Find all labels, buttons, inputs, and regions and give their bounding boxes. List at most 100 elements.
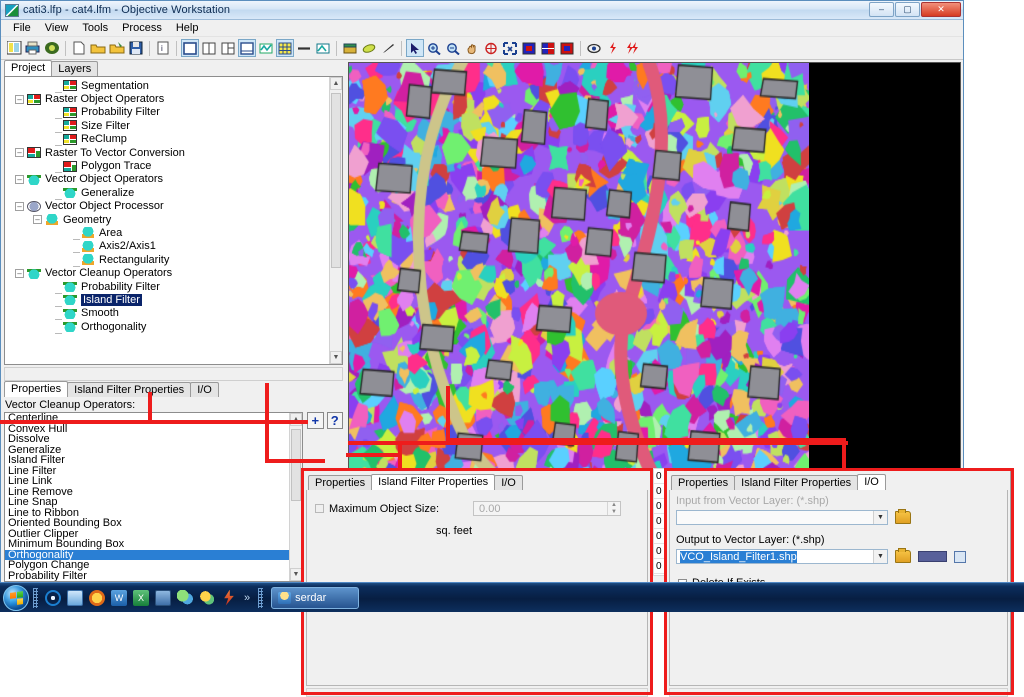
media-player-icon[interactable] bbox=[89, 589, 105, 606]
line-icon[interactable] bbox=[295, 39, 313, 57]
fit-extent-icon[interactable] bbox=[501, 39, 519, 57]
tree-expander-minus-icon[interactable]: – bbox=[15, 174, 24, 184]
minimize-button[interactable]: – bbox=[869, 2, 894, 17]
tree-expander-minus-icon[interactable]: – bbox=[15, 201, 24, 211]
output-chevron-down-icon[interactable]: ▼ bbox=[873, 550, 887, 563]
start-orb-icon[interactable] bbox=[3, 584, 29, 611]
tree-item-axis2-axis1[interactable]: Axis2/Axis1 bbox=[5, 240, 342, 254]
menu-tools[interactable]: Tools bbox=[75, 21, 115, 35]
add-operator-button[interactable]: + bbox=[307, 412, 324, 429]
tab-io[interactable]: I/O bbox=[190, 382, 219, 397]
tree-scroll-thumb[interactable] bbox=[331, 93, 341, 268]
run-bolt-all-icon[interactable] bbox=[623, 39, 641, 57]
island-dialog-tab-island-filter-properties[interactable]: Island Filter Properties bbox=[371, 474, 496, 490]
operators-scroll-thumb[interactable] bbox=[291, 429, 301, 501]
operators-scrollbar[interactable]: ▲ ▼ bbox=[289, 413, 302, 581]
open-project-icon[interactable] bbox=[108, 39, 126, 57]
io-dialog-tab-properties[interactable]: Properties bbox=[671, 475, 736, 490]
pan-hand-icon[interactable] bbox=[463, 39, 481, 57]
view-split-quad-icon[interactable] bbox=[219, 39, 237, 57]
operator-item-centerline[interactable]: Centerline bbox=[5, 413, 302, 424]
operator-item-line-snap[interactable]: Line Snap bbox=[5, 497, 302, 508]
operator-item-probability-filter[interactable]: Probability Filter bbox=[5, 570, 302, 582]
open-folder-icon[interactable] bbox=[89, 39, 107, 57]
close-button[interactable]: ✕ bbox=[921, 2, 961, 17]
tree-expander-minus-icon[interactable]: – bbox=[33, 215, 42, 225]
vector-layer-icon[interactable] bbox=[257, 39, 275, 57]
io-dialog-tab-island-filter-properties[interactable]: Island Filter Properties bbox=[734, 475, 859, 490]
input-browse-folder-icon[interactable] bbox=[895, 509, 911, 524]
tree-scroll-up-button[interactable]: ▲ bbox=[330, 77, 342, 90]
max-object-size-spinner[interactable]: ▲ ▼ bbox=[607, 502, 620, 515]
show-desktop-icon[interactable] bbox=[67, 589, 83, 606]
taskbar-button-serdar[interactable]: serdar bbox=[271, 586, 360, 609]
menu-view[interactable]: View bbox=[38, 21, 76, 35]
swatch-red-icon[interactable] bbox=[558, 39, 576, 57]
color-swatch-icon[interactable] bbox=[918, 551, 947, 562]
tree-scrollbar[interactable]: ▲ ▼ bbox=[329, 77, 342, 364]
save-layer-icon[interactable] bbox=[954, 550, 966, 563]
operator-item-minimum-bounding-box[interactable]: Minimum Bounding Box bbox=[5, 539, 302, 550]
run-bolt-icon[interactable] bbox=[604, 39, 622, 57]
island-dialog-tab-io[interactable]: I/O bbox=[494, 475, 523, 490]
taskbar-grip-2[interactable] bbox=[258, 587, 264, 608]
users-icon[interactable] bbox=[199, 589, 215, 606]
view-single-icon[interactable] bbox=[181, 39, 199, 57]
zoom-in-icon[interactable] bbox=[425, 39, 443, 57]
tab-island-filter-properties[interactable]: Island Filter Properties bbox=[67, 382, 192, 397]
operator-item-island-filter[interactable]: Island Filter bbox=[5, 455, 302, 466]
tree-item-smooth[interactable]: Smooth bbox=[5, 307, 342, 321]
arrow-select-icon[interactable] bbox=[406, 39, 424, 57]
tree-expander-minus-icon[interactable]: – bbox=[15, 148, 24, 158]
input-chevron-down-icon[interactable]: ▼ bbox=[873, 511, 887, 524]
eraser-icon[interactable] bbox=[360, 39, 378, 57]
tab-layers[interactable]: Layers bbox=[51, 61, 99, 76]
swatch-blue-red-icon[interactable] bbox=[520, 39, 538, 57]
tree-item-probability-filter[interactable]: Probability Filter bbox=[5, 106, 342, 120]
help-button[interactable]: ? bbox=[326, 412, 343, 429]
view-frame-icon[interactable] bbox=[238, 39, 256, 57]
menu-help[interactable]: Help bbox=[169, 21, 206, 35]
operator-item-polygon-change[interactable]: Polygon Change bbox=[5, 560, 302, 571]
island-dialog-tab-properties[interactable]: Properties bbox=[308, 475, 373, 490]
inspect-icon[interactable] bbox=[585, 39, 603, 57]
tree-item-generalize[interactable]: Generalize bbox=[5, 186, 342, 200]
hammer-icon[interactable] bbox=[379, 39, 397, 57]
map-view[interactable] bbox=[348, 62, 961, 527]
print-icon[interactable] bbox=[24, 39, 42, 57]
tree-expander-minus-icon[interactable]: – bbox=[15, 94, 24, 104]
flash-icon[interactable] bbox=[224, 589, 234, 606]
tree-item-island-filter[interactable]: Island Filter bbox=[5, 293, 342, 307]
spinner-down-icon[interactable]: ▼ bbox=[608, 509, 620, 516]
stack-icon[interactable] bbox=[341, 39, 359, 57]
vector-view-icon[interactable] bbox=[314, 39, 332, 57]
operators-scroll-up-button[interactable]: ▲ bbox=[290, 413, 302, 426]
tree-item-orthogonality[interactable]: Orthogonality bbox=[5, 320, 342, 334]
table-grid-icon[interactable] bbox=[276, 39, 294, 57]
tree-item-area[interactable]: Area bbox=[5, 226, 342, 240]
tree-item-rectangularity[interactable]: Rectangularity bbox=[5, 253, 342, 267]
tree-item-raster-to-vector-conversion[interactable]: – Raster To Vector Conversion bbox=[5, 146, 342, 159]
excel-icon[interactable]: X bbox=[133, 589, 149, 606]
tree-scroll-down-button[interactable]: ▼ bbox=[330, 351, 342, 364]
max-object-size-checkbox[interactable] bbox=[315, 504, 324, 513]
tree-item-geometry[interactable]: – Geometry bbox=[5, 213, 342, 226]
operators-list[interactable]: Centerline Convex Hull Dissolve Generalize I… bbox=[4, 412, 303, 582]
tree-item-vector-object-operators[interactable]: – Vector Object Operators bbox=[5, 173, 342, 186]
taskbar-grip[interactable] bbox=[33, 587, 38, 608]
tree-expander-minus-icon[interactable]: – bbox=[15, 268, 24, 278]
network-icon[interactable] bbox=[155, 589, 171, 606]
operators-scroll-down-button[interactable]: ▼ bbox=[290, 568, 302, 581]
save-icon[interactable] bbox=[127, 39, 145, 57]
layout-panels-icon[interactable] bbox=[5, 39, 23, 57]
output-vector-layer-combo[interactable]: VCO_Island_Filter1.shp ▼ bbox=[676, 549, 888, 564]
zoom-out-icon[interactable] bbox=[444, 39, 462, 57]
swatch-split-icon[interactable] bbox=[539, 39, 557, 57]
output-browse-folder-icon[interactable] bbox=[895, 548, 911, 563]
menu-process[interactable]: Process bbox=[115, 21, 169, 35]
document-info-icon[interactable]: i bbox=[154, 39, 172, 57]
tree-item-polygon-trace[interactable]: Polygon Trace bbox=[5, 159, 342, 174]
word-icon[interactable]: W bbox=[111, 589, 127, 606]
menu-file[interactable]: File bbox=[6, 21, 38, 35]
tree-item-reclump[interactable]: ReClump bbox=[5, 133, 342, 147]
